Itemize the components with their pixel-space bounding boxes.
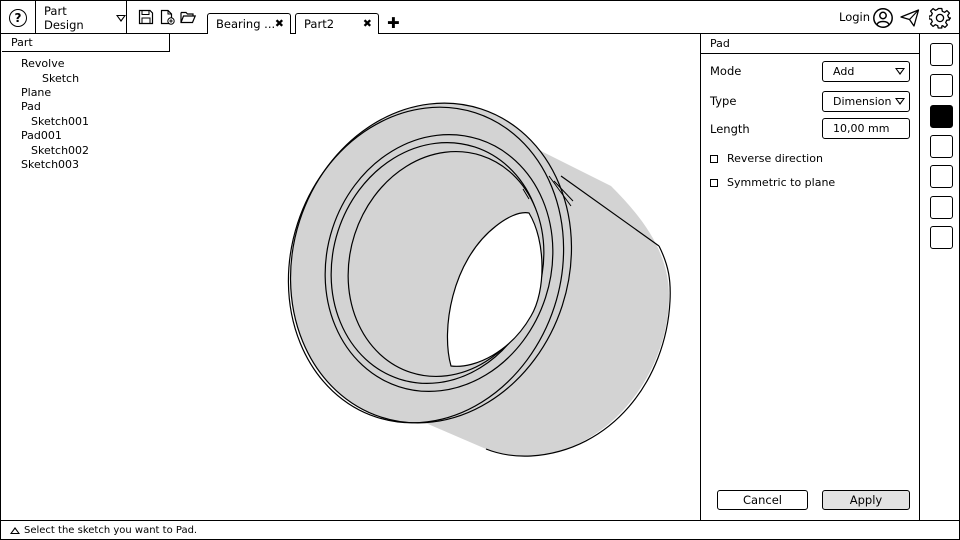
type-value: Dimension xyxy=(833,95,892,108)
length-label: Length xyxy=(710,122,750,136)
reverse-direction-label: Reverse direction xyxy=(727,152,823,165)
tab-bearing[interactable]: Bearing ... ✖ xyxy=(207,13,291,34)
length-input[interactable]: 10,00 mm xyxy=(822,118,910,139)
toolbar-button-4[interactable] xyxy=(930,135,953,158)
bearing-model xyxy=(287,102,671,457)
tab-label: Bearing ... xyxy=(216,17,276,31)
tree-item-sketch003[interactable]: Sketch003 xyxy=(21,158,79,171)
cancel-button[interactable]: Cancel xyxy=(717,490,808,510)
tab-label: Part2 xyxy=(304,17,335,31)
chevron-down-icon xyxy=(895,68,905,75)
type-label: Type xyxy=(710,94,737,108)
close-icon[interactable]: ✖ xyxy=(275,17,284,30)
gear-icon[interactable] xyxy=(929,7,951,29)
mode-value: Add xyxy=(833,65,855,78)
tree-item-revolve[interactable]: Revolve xyxy=(21,57,65,70)
workbench-label: Part Design xyxy=(44,3,84,32)
task-panel: Pad Mode Add Type Dimension Length 10,00… xyxy=(700,34,920,520)
tree-item-sketch[interactable]: Sketch xyxy=(42,72,79,85)
tree-item-pad[interactable]: Pad xyxy=(21,100,41,113)
mode-select[interactable]: Add xyxy=(822,61,910,82)
user-circle-icon[interactable] xyxy=(872,7,894,29)
top-toolbar: ? Part Design Bearing ... ✖ Part2 ✖ ✚ Lo… xyxy=(1,1,959,34)
tree-item-sketch002[interactable]: Sketch002 xyxy=(31,144,89,157)
3d-viewport[interactable] xyxy=(171,35,699,519)
toolbar-button-7[interactable] xyxy=(930,226,953,249)
add-tab-icon[interactable]: ✚ xyxy=(387,14,400,32)
tree-item-pad001[interactable]: Pad001 xyxy=(21,129,62,142)
question-mark-icon: ? xyxy=(9,8,27,27)
toolbar-button-1[interactable] xyxy=(930,43,953,66)
right-toolbar xyxy=(920,34,960,520)
tree-header: Part xyxy=(2,34,170,52)
tab-part2[interactable]: Part2 ✖ xyxy=(295,13,379,34)
toolbar-button-2[interactable] xyxy=(930,74,953,97)
panel-title: Pad xyxy=(701,34,919,54)
chevron-down-icon xyxy=(116,15,126,22)
paper-plane-icon[interactable] xyxy=(899,7,921,29)
type-select[interactable]: Dimension xyxy=(822,91,910,112)
workbench-selector[interactable]: Part Design xyxy=(36,1,127,34)
symmetric-label: Symmetric to plane xyxy=(727,176,836,189)
app-window: ? Part Design Bearing ... ✖ Part2 ✖ ✚ Lo… xyxy=(0,0,960,540)
apply-button[interactable]: Apply xyxy=(822,490,910,510)
status-message: Select the sketch you want to Pad. xyxy=(24,525,198,536)
tree-item-plane[interactable]: Plane xyxy=(21,86,51,99)
toolbar-button-3-active[interactable] xyxy=(930,105,953,128)
triangle-up-icon[interactable] xyxy=(10,527,20,534)
help-button[interactable]: ? xyxy=(1,1,36,34)
save-icon[interactable] xyxy=(138,9,154,25)
new-document-icon[interactable] xyxy=(159,9,175,25)
reverse-direction-checkbox[interactable] xyxy=(710,155,718,163)
mode-label: Mode xyxy=(710,64,742,78)
symmetric-checkbox[interactable] xyxy=(710,179,718,187)
login-link[interactable]: Login xyxy=(839,10,870,24)
status-bar: Select the sketch you want to Pad. xyxy=(1,520,959,540)
close-icon[interactable]: ✖ xyxy=(363,17,372,30)
open-folder-icon[interactable] xyxy=(180,9,196,25)
toolbar-button-5[interactable] xyxy=(930,165,953,188)
chevron-down-icon xyxy=(895,98,905,105)
tree-item-sketch001[interactable]: Sketch001 xyxy=(31,115,89,128)
toolbar-button-6[interactable] xyxy=(930,196,953,219)
